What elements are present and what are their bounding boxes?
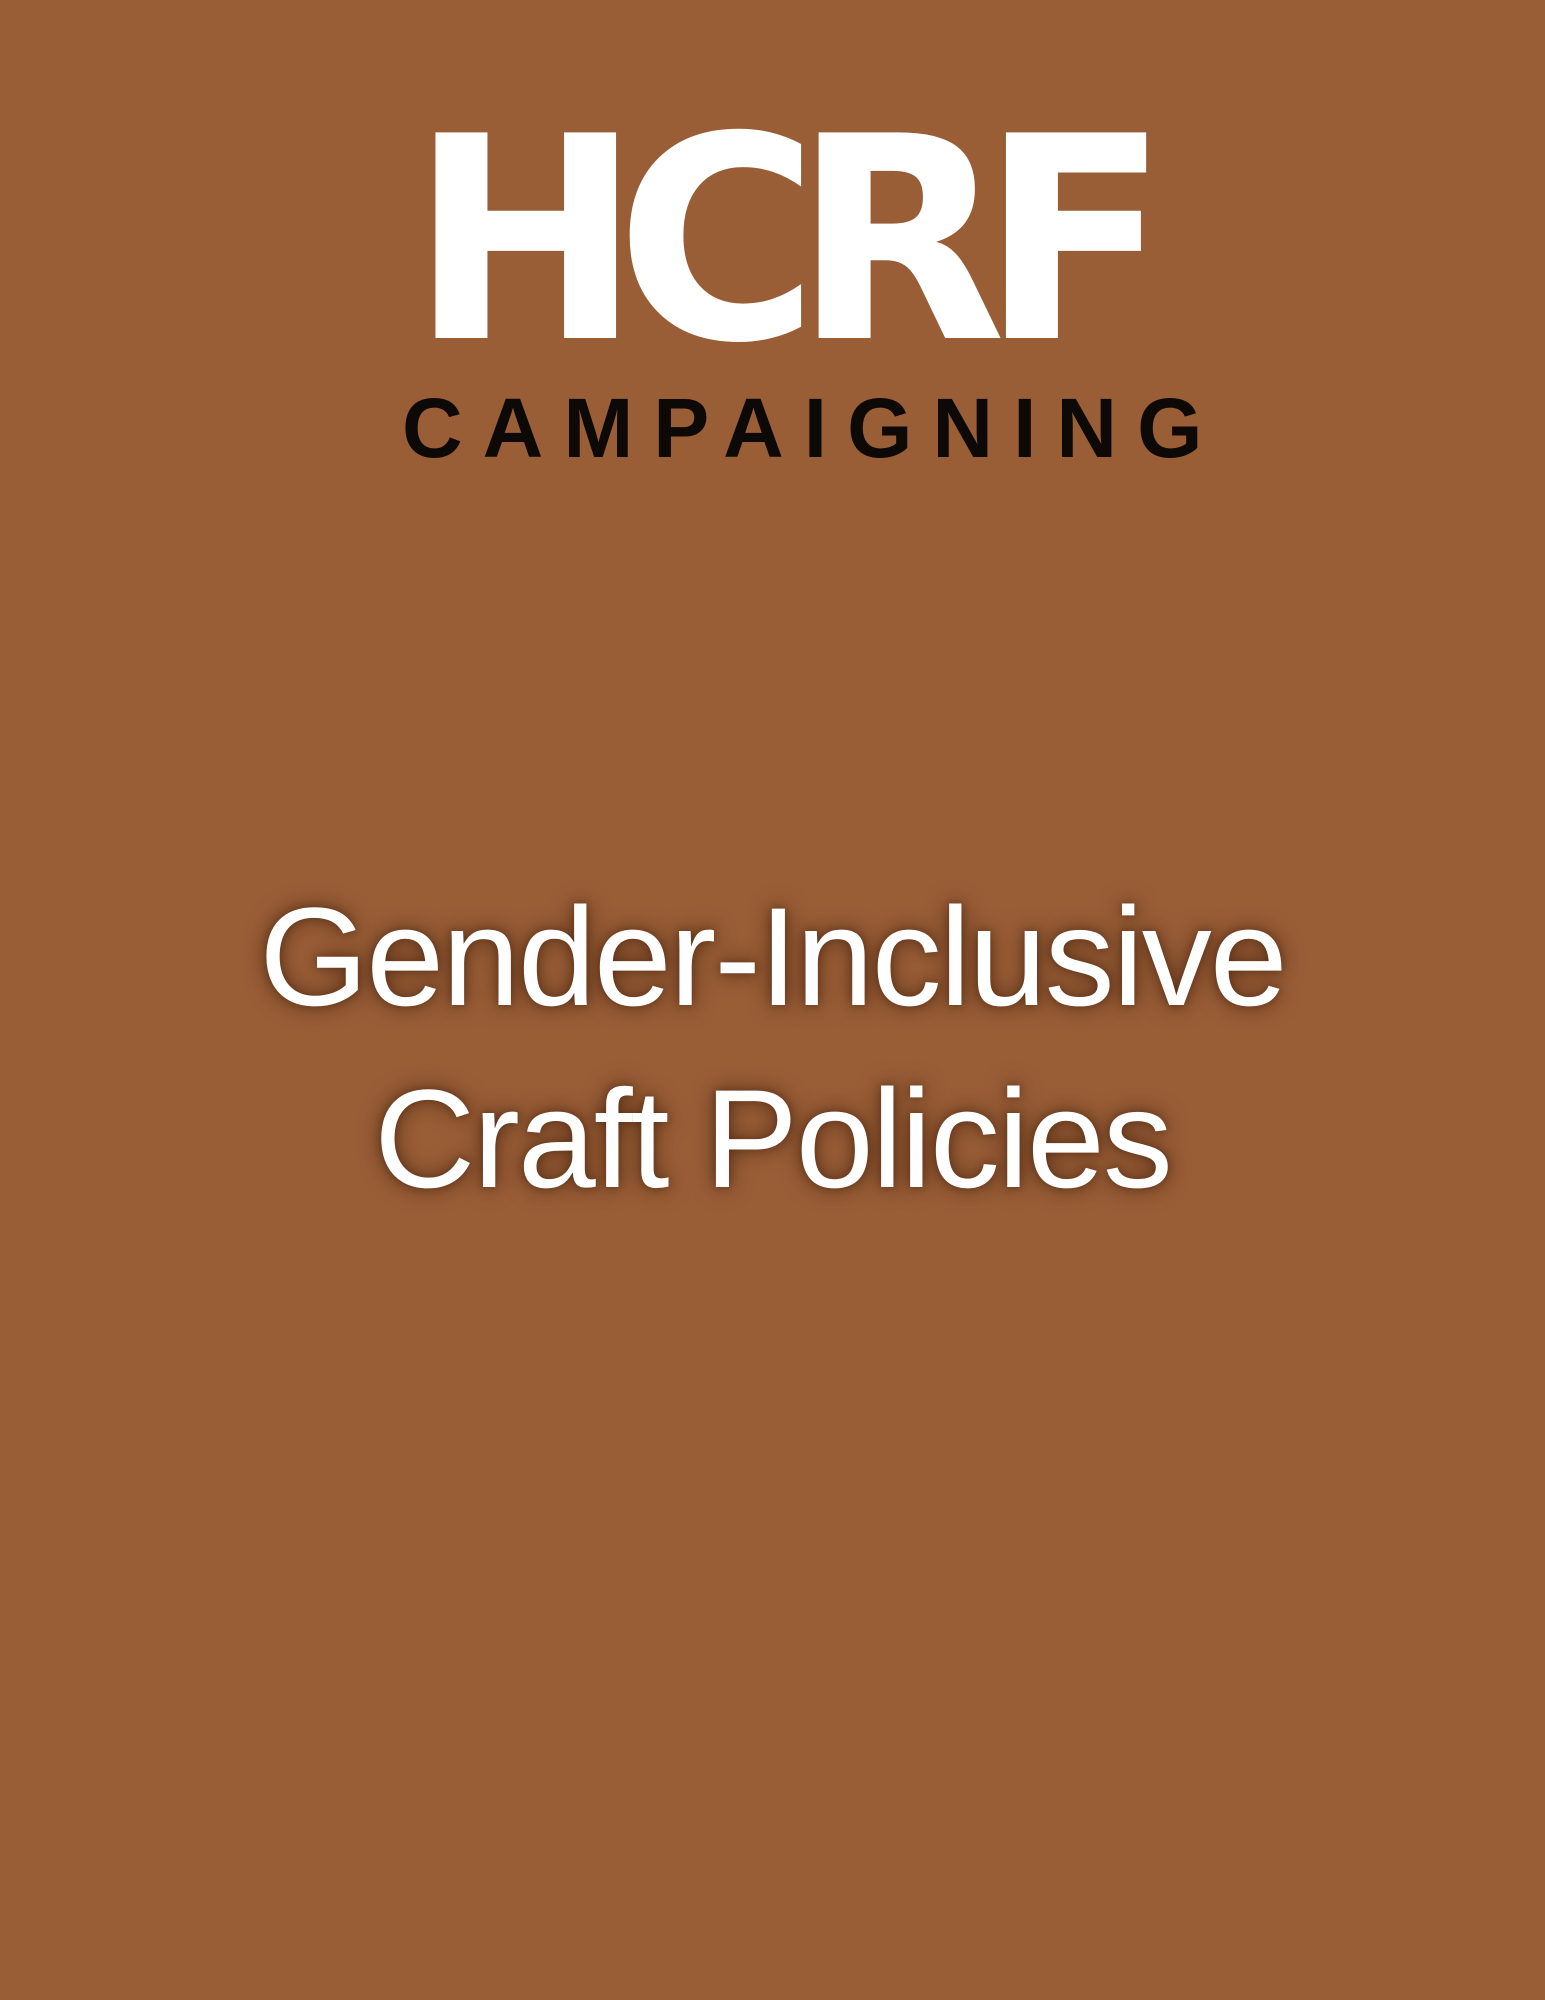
cover-page: { "logo": { "mark": "HCRF", "subtitle": … (0, 0, 1545, 2000)
logo-mark: HCRF (410, 76, 1169, 405)
page-title-line-2: Craft Policies (374, 1060, 1173, 1217)
hcrf-logo: HCRF CAMPAIGNING (402, 76, 1223, 475)
page-title-line-1: Gender-Inclusive (259, 878, 1287, 1035)
logo-subtitle: CAMPAIGNING (402, 381, 1223, 475)
page-title: Gender-Inclusive Craft Policies (100, 866, 1445, 1230)
